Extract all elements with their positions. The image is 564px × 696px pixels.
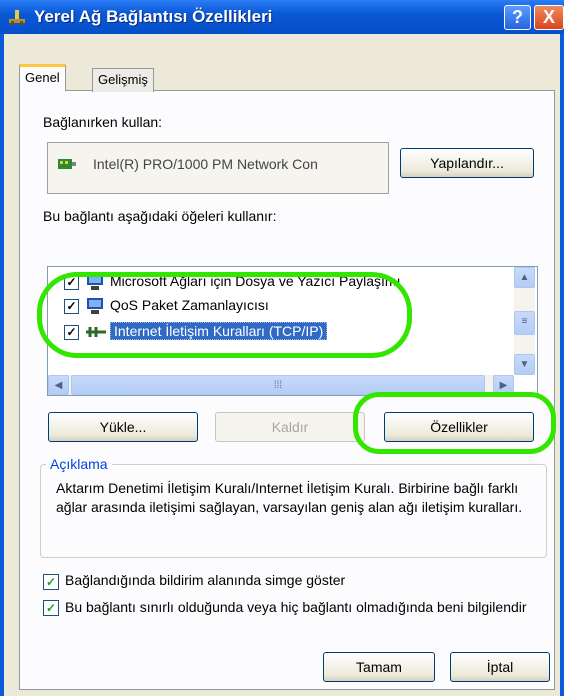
components-label: Bu bağlantı aşağıdaki öğeleri kullanır: bbox=[43, 208, 277, 224]
highlight-properties bbox=[353, 392, 556, 454]
dialog-window: Yerel Ağ Bağlantısı Özellikleri ? X Gene… bbox=[0, 0, 564, 696]
highlight-tcpip bbox=[37, 272, 412, 358]
network-adapter-icon bbox=[58, 159, 76, 169]
adapter-field: Intel(R) PRO/1000 PM Network Con bbox=[47, 142, 389, 194]
notify-limited-label: Bu bağlantı sınırlı olduğunda veya hiç b… bbox=[65, 599, 527, 615]
install-button[interactable]: Yükle... bbox=[48, 412, 198, 442]
scroll-left-button[interactable]: ◀ bbox=[48, 375, 69, 395]
cancel-button[interactable]: İptal bbox=[450, 652, 550, 682]
connect-using-label: Bağlanırken kullan: bbox=[43, 114, 163, 130]
scroll-thumb[interactable]: ≡ bbox=[514, 311, 535, 335]
network-connection-icon bbox=[9, 10, 25, 25]
adapter-name: Intel(R) PRO/1000 PM Network Con bbox=[93, 156, 318, 172]
notify-icon-label: Bağlandığında bildirim alanında simge gö… bbox=[65, 572, 346, 588]
tab-advanced[interactable]: Gelişmiş bbox=[92, 68, 154, 92]
uninstall-button[interactable]: Kaldır bbox=[215, 412, 365, 442]
notify-limited-checkbox[interactable]: ✓ bbox=[43, 600, 59, 616]
description-title: Açıklama bbox=[46, 456, 112, 472]
scroll-up-button[interactable]: ▲ bbox=[514, 267, 535, 288]
dialog-client: Genel Gelişmiş Bağlanırken kullan: Intel… bbox=[4, 34, 560, 696]
notify-icon-checkbox[interactable]: ✓ bbox=[43, 574, 59, 590]
window-title: Yerel Ağ Bağlantısı Özellikleri bbox=[34, 7, 273, 26]
vertical-scrollbar[interactable]: ▲ ≡ ▼ bbox=[514, 267, 535, 375]
close-button[interactable]: X bbox=[534, 5, 564, 30]
tab-general[interactable]: Genel bbox=[19, 64, 66, 91]
scroll-down-button[interactable]: ▼ bbox=[514, 354, 535, 375]
ok-button[interactable]: Tamam bbox=[323, 652, 435, 682]
title-bar[interactable]: Yerel Ağ Bağlantısı Özellikleri ? X bbox=[0, 0, 564, 34]
description-text: Aktarım Denetimi İletişim Kuralı/Interne… bbox=[56, 480, 523, 515]
configure-button[interactable]: Yapılandır... bbox=[400, 148, 534, 178]
help-button[interactable]: ? bbox=[504, 5, 531, 30]
